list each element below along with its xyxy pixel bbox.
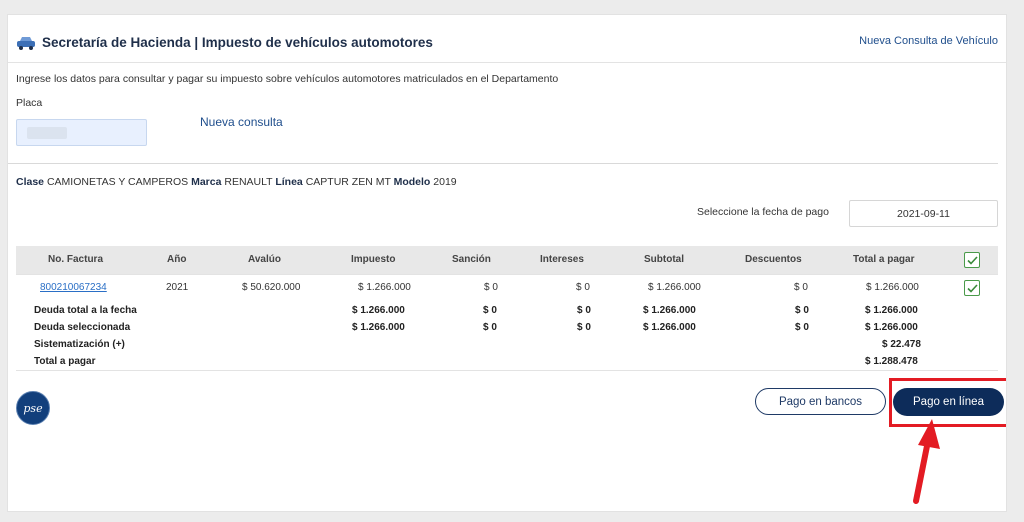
summary-label: Sistematización (+): [34, 339, 125, 350]
summary-descuentos: $ 0: [795, 322, 809, 333]
car-icon: [16, 36, 36, 50]
table-row: 800210067234 2021 $ 50.620.000 $ 1.266.0…: [16, 274, 998, 302]
check-icon: [966, 255, 978, 265]
marca-label: Marca: [191, 176, 222, 188]
col-header-sancion: Sanción: [452, 254, 491, 265]
linea-value: CAPTUR ZEN MT: [305, 176, 391, 188]
col-header-descuentos: Descuentos: [745, 254, 802, 265]
summary-row: Sistematización (+) $ 22.478: [16, 336, 998, 353]
cell-sancion: $ 0: [484, 282, 498, 293]
summary-row: Deuda seleccionada $ 1.266.000 $ 0 $ 0 $…: [16, 319, 998, 336]
table-header: No. Factura Año Avalúo Impuesto Sanción …: [16, 246, 998, 274]
payment-date-label: Seleccione la fecha de pago: [697, 206, 829, 218]
pse-logo: pse: [16, 391, 50, 425]
summary-label: Total a pagar: [34, 356, 96, 367]
modelo-value: 2019: [433, 176, 457, 188]
col-header-anio: Año: [167, 254, 187, 265]
summary-impuesto: $ 1.266.000: [352, 322, 405, 333]
linea-label: Línea: [275, 176, 303, 188]
cell-subtotal: $ 1.266.000: [648, 282, 701, 293]
page-title: Secretaría de Hacienda | Impuesto de veh…: [16, 35, 433, 50]
col-header-impuesto: Impuesto: [351, 254, 396, 265]
pay-online-button[interactable]: Pago en línea: [893, 388, 1004, 416]
summary-row: Total a pagar $ 1.288.478: [16, 353, 998, 370]
col-header-avaluo: Avalúo: [248, 254, 281, 265]
col-header-total: Total a pagar: [853, 254, 915, 265]
summary-intereses: $ 0: [577, 322, 591, 333]
cell-avaluo: $ 50.620.000: [242, 282, 301, 293]
summary-subtotal: $ 1.266.000: [643, 322, 696, 333]
summary-total: $ 22.478: [882, 339, 921, 350]
cell-descuentos: $ 0: [794, 282, 808, 293]
divider: [8, 163, 998, 164]
summary-intereses: $ 0: [577, 305, 591, 316]
modelo-label: Modelo: [393, 176, 431, 188]
summary-label: Deuda total a la fecha: [34, 305, 137, 316]
summary-sancion: $ 0: [483, 305, 497, 316]
cell-intereses: $ 0: [576, 282, 590, 293]
pay-at-banks-button[interactable]: Pago en bancos: [755, 388, 886, 415]
main-card: Secretaría de Hacienda | Impuesto de veh…: [7, 14, 1007, 512]
payment-date-input[interactable]: 2021-09-11: [849, 200, 998, 227]
clase-label: Clase: [16, 176, 45, 188]
placa-label: Placa: [16, 97, 43, 109]
col-header-factura: No. Factura: [48, 254, 104, 265]
col-header-intereses: Intereses: [540, 254, 584, 265]
summary-sancion: $ 0: [483, 322, 497, 333]
summary-impuesto: $ 1.266.000: [352, 305, 405, 316]
vehicle-info: Clase CAMIONETAS Y CAMPEROS Marca RENAUL…: [16, 176, 457, 188]
summary-total: $ 1.266.000: [865, 305, 918, 316]
placa-redacted-value: [27, 127, 67, 139]
page-title-text: Secretaría de Hacienda | Impuesto de veh…: [42, 35, 433, 50]
summary-subtotal: $ 1.266.000: [643, 305, 696, 316]
cell-impuesto: $ 1.266.000: [358, 282, 411, 293]
page-header: Secretaría de Hacienda | Impuesto de veh…: [8, 15, 1006, 63]
invoice-number-link[interactable]: 800210067234: [40, 275, 107, 301]
cell-anio: 2021: [166, 282, 189, 293]
new-query-link[interactable]: Nueva consulta: [200, 115, 283, 129]
summary-total: $ 1.266.000: [865, 322, 918, 333]
marca-value: RENAULT: [224, 176, 273, 188]
placa-input[interactable]: [16, 119, 147, 146]
summary-label: Deuda seleccionada: [34, 322, 131, 333]
select-all-checkbox[interactable]: [964, 252, 980, 268]
invoice-table: No. Factura Año Avalúo Impuesto Sanción …: [16, 246, 998, 371]
clase-value: CAMIONETAS Y CAMPEROS: [46, 176, 189, 188]
red-arrow-icon: [913, 419, 940, 504]
row-checkbox[interactable]: [964, 280, 980, 296]
new-vehicle-query-link[interactable]: Nueva Consulta de Vehículo: [859, 35, 998, 47]
cell-total: $ 1.266.000: [866, 282, 919, 293]
summary-total: $ 1.288.478: [865, 356, 918, 367]
summary-row: Deuda total a la fecha $ 1.266.000 $ 0 $…: [16, 302, 998, 319]
col-header-subtotal: Subtotal: [644, 254, 684, 265]
intro-text: Ingrese los datos para consultar y pagar…: [16, 73, 559, 85]
check-icon: [966, 283, 978, 293]
summary-descuentos: $ 0: [795, 305, 809, 316]
